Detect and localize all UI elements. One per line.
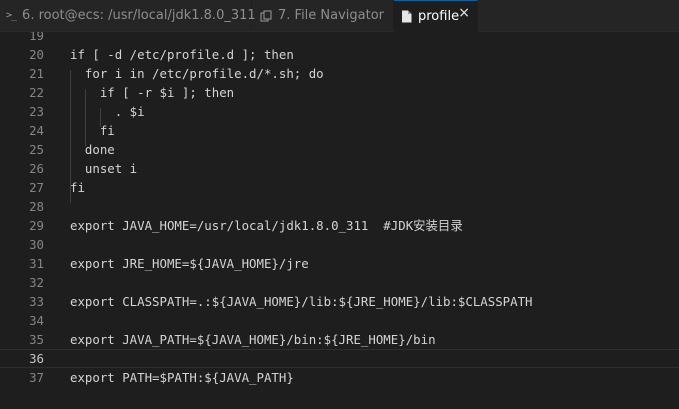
tab-terminal-label: 6. root@ecs: /usr/local/jdk1.8.0_311: [22, 8, 256, 23]
line-number: 20: [29, 47, 44, 62]
close-icon[interactable]: ×: [458, 6, 470, 20]
code-line[interactable]: 24 fi: [0, 121, 679, 140]
code-line[interactable]: 20 if [ -d /etc/profile.d ]; then: [0, 45, 679, 64]
code-text: fi: [70, 180, 85, 195]
code-text: fi: [70, 123, 115, 138]
tab-profile[interactable]: profile ×: [394, 0, 478, 32]
file-icon: [401, 10, 412, 23]
line-number: 35: [29, 332, 44, 347]
code-editor[interactable]: 37 export PATH=$PATH:${JAVA_PATH} 36 35 expo…: [0, 32, 679, 409]
tab-profile-label: profile: [418, 9, 460, 24]
line-number: 31: [29, 256, 44, 271]
line-number: 37: [29, 370, 44, 385]
code-line[interactable]: 31 export JRE_HOME=${JAVA_HOME}/jre: [0, 254, 679, 273]
line-number: 34: [29, 313, 44, 328]
code-line[interactable]: 26 unset i: [0, 159, 679, 178]
code-text: export PATH=$PATH:${JAVA_PATH}: [70, 370, 294, 385]
line-number: 33: [29, 294, 44, 309]
code-line[interactable]: 33 export CLASSPATH=.:${JAVA_HOME}/lib:${…: [0, 292, 679, 311]
code-line[interactable]: 29 export JAVA_HOME=/usr/local/jdk1.8.0_3…: [0, 216, 679, 235]
tab-terminal[interactable]: >_ 6. root@ecs: /usr/local/jdk1.8.0_311: [0, 0, 256, 31]
line-number: 23: [29, 104, 44, 119]
code-line[interactable]: 34: [0, 311, 679, 330]
line-number: 26: [29, 161, 44, 176]
code-text: if [ -d /etc/profile.d ]; then: [70, 47, 294, 62]
code-line[interactable]: 30: [0, 235, 679, 254]
code-line[interactable]: 22 if [ -r $i ]; then: [0, 83, 679, 102]
code-line[interactable]: 27 fi: [0, 178, 679, 197]
code-line[interactable]: 35 export JAVA_PATH=${JAVA_HOME}/bin:${JR…: [0, 330, 679, 349]
file-navigator-icon: [260, 10, 272, 22]
line-number: 25: [29, 142, 44, 157]
indent-guide: [70, 70, 71, 203]
indent-guide: [100, 108, 101, 127]
line-number: 27: [29, 180, 44, 195]
code-text: for i in /etc/profile.d/*.sh; do: [70, 66, 324, 81]
code-text: . $i: [70, 104, 145, 119]
code-text: done: [70, 142, 115, 157]
tab-file-navigator[interactable]: 7. File Navigator: [252, 0, 394, 31]
tab-file-navigator-label: 7. File Navigator: [278, 8, 385, 23]
code-line[interactable]: 19: [0, 32, 679, 45]
code-text: export JAVA_HOME=/usr/local/jdk1.8.0_311…: [70, 218, 463, 233]
code-text: if [ -r $i ]; then: [70, 85, 235, 100]
code-text: export JAVA_PATH=${JAVA_HOME}/bin:${JRE_…: [70, 332, 436, 347]
line-number: 24: [29, 123, 44, 138]
terminal-icon: >_: [6, 10, 17, 21]
code-line[interactable]: 23 . $i: [0, 102, 679, 121]
line-number: 32: [29, 275, 44, 290]
code-line[interactable]: 25 done: [0, 140, 679, 159]
line-number: 19: [29, 32, 44, 43]
indent-guide: [85, 89, 86, 146]
code-line[interactable]: 28: [0, 197, 679, 216]
code-line[interactable]: 36: [0, 349, 679, 368]
line-number: 28: [29, 199, 44, 214]
line-number: 21: [29, 66, 44, 81]
code-text: export CLASSPATH=.:${JAVA_HOME}/lib:${JR…: [70, 294, 533, 309]
code-text: unset i: [70, 161, 138, 176]
code-line[interactable]: 32: [0, 273, 679, 292]
code-line[interactable]: 21 for i in /etc/profile.d/*.sh; do: [0, 64, 679, 83]
line-number: 30: [29, 237, 44, 252]
tab-bar: >_ 6. root@ecs: /usr/local/jdk1.8.0_311 …: [0, 0, 679, 32]
line-number: 22: [29, 85, 44, 100]
code-line[interactable]: 37 export PATH=$PATH:${JAVA_PATH}: [0, 368, 679, 387]
code-text: export JRE_HOME=${JAVA_HOME}/jre: [70, 256, 309, 271]
line-number: 29: [29, 218, 44, 233]
line-number: 36: [29, 351, 44, 366]
